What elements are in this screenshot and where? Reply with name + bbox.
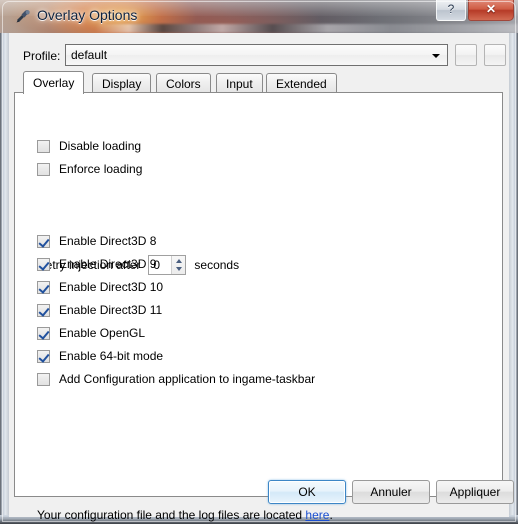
checkbox-label: Enable Direct3D 8	[59, 234, 157, 248]
checkbox-enable-direct3d-8[interactable]: Enable Direct3D 8	[37, 233, 156, 249]
checkbox-label: Add Configuration application to ingame-…	[59, 372, 316, 386]
title-bar[interactable]: Overlay Options ? ✕	[0, 0, 518, 33]
tab-colors[interactable]: Colors	[156, 73, 211, 93]
checkbox-add-configuration-app-to-ingame-taskbar[interactable]: Add Configuration application to ingame-…	[37, 371, 315, 387]
checkbox-box	[37, 280, 50, 294]
tab-strip: Overlay Display Colors Input Extended	[14, 71, 504, 94]
checkbox-enable-opengl[interactable]: Enable OpenGL	[37, 325, 145, 341]
checkbox-disable-loading[interactable]: Disable loading	[37, 138, 141, 154]
checkbox-label: Enable OpenGL	[59, 326, 146, 340]
apply-button[interactable]: Appliquer	[436, 480, 514, 504]
profile-add-button[interactable]	[455, 44, 477, 66]
dialog-client-area: Profile: default Overlay Display Colors …	[9, 33, 514, 522]
checkbox-box	[37, 372, 50, 386]
checkbox-box	[37, 326, 50, 340]
profile-remove-button[interactable]	[484, 44, 506, 66]
checkbox-enable-direct3d-10[interactable]: Enable Direct3D 10	[37, 279, 163, 295]
tab-colors-label: Colors	[166, 77, 201, 91]
retry-injection-suffix-label: seconds	[194, 258, 240, 272]
config-location-note-period: .	[329, 508, 333, 522]
checkbox-box	[37, 139, 50, 153]
checkbox-box	[37, 162, 50, 176]
tab-display-label: Display	[102, 77, 142, 91]
checkbox-label: Enable Direct3D 10	[59, 280, 164, 294]
tab-input-label: Input	[226, 77, 253, 91]
checkbox-label: Enforce loading	[59, 162, 143, 176]
plug-icon	[16, 10, 30, 23]
window-border-left	[0, 33, 9, 517]
checkbox-enforce-loading[interactable]: Enforce loading	[37, 161, 142, 177]
checkbox-enable-64bit-mode[interactable]: Enable 64-bit mode	[37, 348, 163, 364]
config-location-note: Your configuration file and the log file…	[37, 508, 333, 522]
checkbox-box	[37, 234, 50, 248]
checkbox-box	[37, 303, 50, 317]
tab-input[interactable]: Input	[216, 73, 263, 93]
spinner-down-icon[interactable]	[176, 267, 183, 271]
checkbox-enable-direct3d-11[interactable]: Enable Direct3D 11	[37, 302, 162, 318]
checkbox-label: Enable Direct3D 11	[59, 303, 163, 317]
help-button[interactable]: ?	[436, 0, 466, 21]
config-location-note-text: Your configuration file and the log file…	[37, 508, 306, 522]
checkbox-label: Enable 64-bit mode	[59, 349, 164, 363]
cancel-button[interactable]: Annuler	[352, 480, 430, 504]
checkbox-label: Disable loading	[59, 139, 142, 153]
chevron-down-icon	[432, 54, 440, 58]
spinner-up-icon[interactable]	[176, 259, 183, 263]
checkbox-label: Enable Direct3D 9	[59, 257, 157, 271]
window-border-right	[509, 33, 518, 517]
profile-combobox[interactable]: default	[65, 44, 448, 66]
close-button[interactable]: ✕	[468, 0, 514, 21]
ok-button[interactable]: OK	[268, 480, 346, 504]
close-icon: ✕	[485, 2, 497, 16]
tab-extended-label: Extended	[276, 77, 327, 91]
checkbox-enable-direct3d-9[interactable]: Enable Direct3D 9	[37, 256, 156, 272]
checkbox-box	[37, 349, 50, 363]
tab-overlay-label: Overlay	[33, 76, 75, 90]
overlay-tab-panel: Disable loading Enforce loading Retry in…	[14, 92, 503, 522]
overlay-options-window: Overlay Options ? ✕ Profile: default Ove…	[0, 0, 518, 524]
window-title: Overlay Options	[37, 7, 138, 23]
tab-extended[interactable]: Extended	[266, 73, 337, 93]
checkbox-box	[37, 257, 50, 271]
spinner-buttons[interactable]	[171, 256, 186, 274]
here-link[interactable]: here	[305, 508, 329, 522]
help-button-label: ?	[447, 2, 455, 16]
tab-display[interactable]: Display	[92, 73, 152, 93]
profile-selected-value: default	[71, 48, 108, 62]
profile-label: Profile:	[23, 49, 61, 63]
tab-overlay[interactable]: Overlay	[23, 71, 85, 94]
